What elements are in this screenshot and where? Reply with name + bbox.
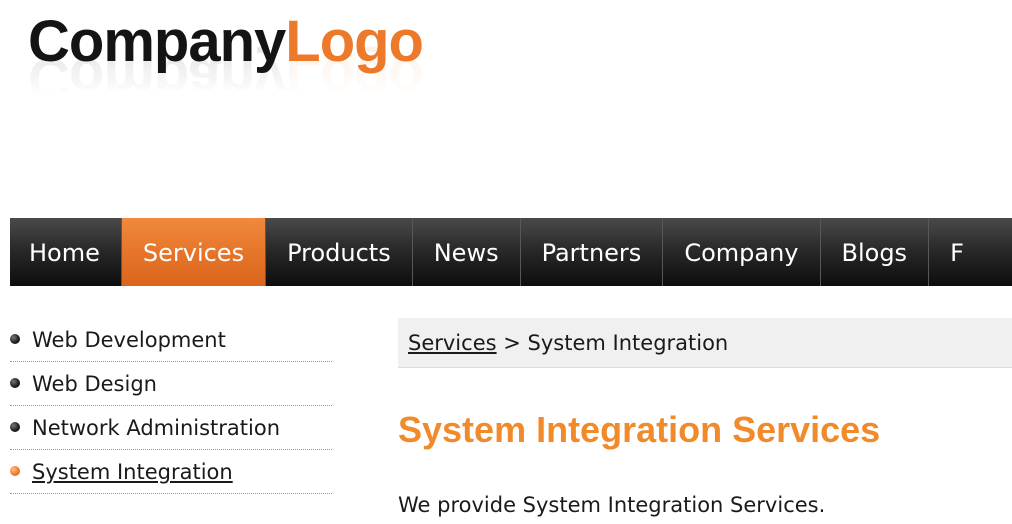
sidebar-item-network-administration[interactable]: Network Administration bbox=[10, 406, 332, 450]
page-body-text: We provide System Integration Services. bbox=[398, 493, 826, 517]
logo-text-company: Company bbox=[28, 9, 286, 74]
breadcrumb-current: System Integration bbox=[527, 331, 729, 355]
nav-item-partners[interactable]: Partners bbox=[519, 218, 663, 286]
page-title: System Integration Services bbox=[398, 409, 881, 450]
sidebar-item-label: Web Development bbox=[32, 328, 226, 352]
company-logo[interactable]: CompanyLogo CompanyLogo bbox=[28, 6, 588, 156]
breadcrumb: Services > System Integration bbox=[398, 318, 1012, 368]
breadcrumb-link-services[interactable]: Services bbox=[408, 331, 497, 355]
nav-item-services[interactable]: Services bbox=[120, 218, 266, 286]
sidebar-item-web-design[interactable]: Web Design bbox=[10, 362, 332, 406]
sidebar-item-label: Web Design bbox=[32, 372, 157, 396]
nav-item-company[interactable]: Company bbox=[662, 218, 819, 286]
nav-item-home[interactable]: Home bbox=[10, 218, 121, 286]
sidebar-item-label: System Integration bbox=[32, 460, 233, 484]
bullet-icon bbox=[10, 334, 20, 344]
logo-text: CompanyLogo bbox=[28, 6, 424, 78]
nav-item-blogs[interactable]: Blogs bbox=[819, 218, 929, 286]
sidebar-item-system-integration[interactable]: System Integration bbox=[10, 450, 332, 494]
sidebar-menu: Web Development Web Design Network Admin… bbox=[10, 318, 332, 494]
bullet-icon bbox=[10, 422, 20, 432]
page: CompanyLogo CompanyLogo Home Services Pr… bbox=[0, 0, 1012, 524]
bullet-icon bbox=[10, 466, 20, 476]
breadcrumb-separator: > bbox=[503, 331, 521, 355]
nav-item-news[interactable]: News bbox=[411, 218, 520, 286]
sidebar-item-web-development[interactable]: Web Development bbox=[10, 318, 332, 362]
main-navigation: Home Services Products News Partners Com… bbox=[10, 218, 1012, 286]
logo-text-logo: Logo bbox=[285, 9, 424, 74]
bullet-icon bbox=[10, 378, 20, 388]
sidebar-item-label: Network Administration bbox=[32, 416, 281, 440]
nav-item-truncated[interactable]: F bbox=[928, 218, 985, 286]
nav-item-products[interactable]: Products bbox=[265, 218, 412, 286]
